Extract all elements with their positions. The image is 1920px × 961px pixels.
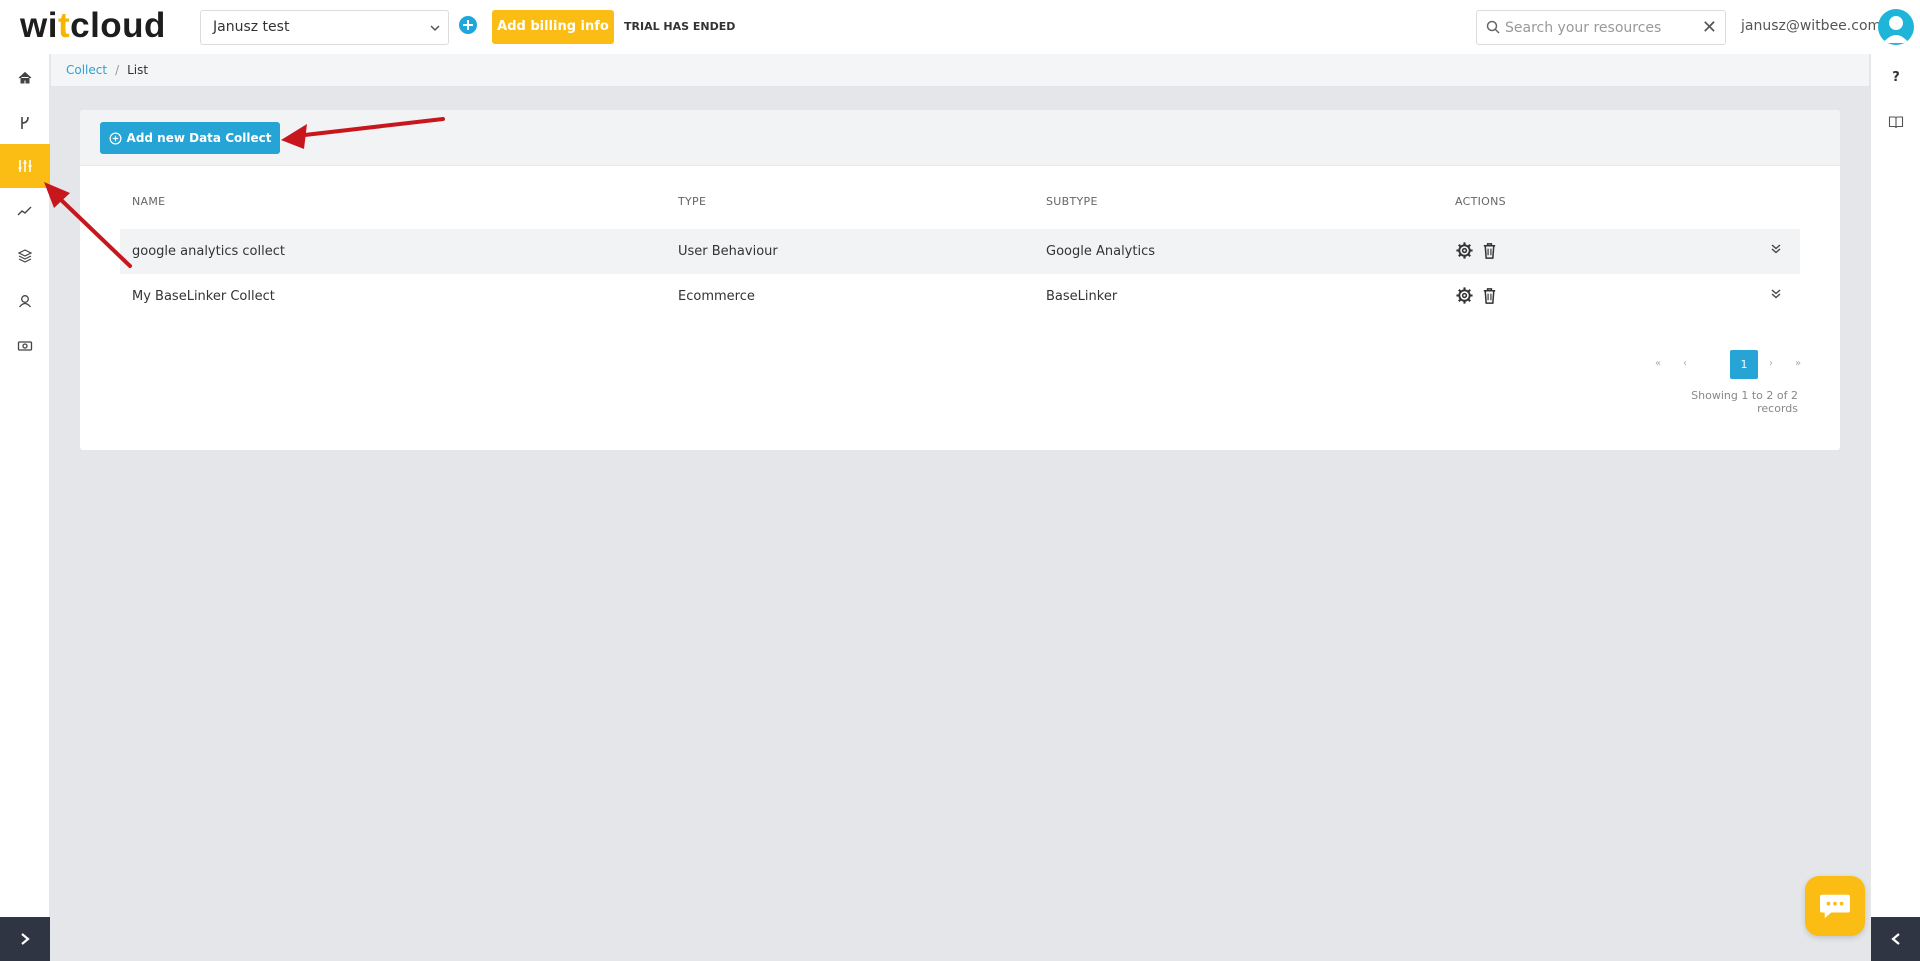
collapse-right-sidebar-button[interactable] [1871, 917, 1920, 961]
sidebar-item-layers[interactable] [0, 234, 50, 278]
column-header-type[interactable]: TYPE [678, 195, 706, 208]
breadcrumb-current: List [127, 63, 149, 77]
column-header-subtype[interactable]: SUBTYPE [1046, 195, 1098, 208]
card-header: Add new Data Collect [80, 110, 1840, 166]
trial-status-label: TRIAL HAS ENDED [624, 20, 736, 33]
table-row[interactable]: google analytics collect User Behaviour … [120, 229, 1800, 274]
left-sidebar [0, 54, 50, 961]
trash-icon[interactable] [1480, 241, 1499, 260]
breadcrumb-link-collect[interactable]: Collect [66, 63, 107, 77]
user-avatar[interactable] [1878, 9, 1914, 45]
organization-select-value: Janusz test [213, 19, 290, 35]
row-subtype: BaseLinker [1046, 289, 1118, 304]
search-icon [1486, 20, 1500, 34]
column-header-name[interactable]: NAME [132, 195, 165, 208]
row-name[interactable]: google analytics collect [132, 244, 285, 259]
expand-sidebar-button[interactable] [0, 917, 50, 961]
gear-icon[interactable] [1455, 241, 1474, 260]
chevron-left-icon [1891, 933, 1900, 945]
user-icon [18, 295, 32, 308]
sidebar-item-flow[interactable] [0, 101, 50, 145]
gear-icon[interactable] [1455, 286, 1474, 305]
pagination-first[interactable]: « [1655, 358, 1661, 369]
sidebar-item-collect[interactable] [0, 144, 50, 188]
breadcrumb-bar: Collect / List [51, 54, 1869, 86]
row-subtype: Google Analytics [1046, 244, 1156, 259]
chat-widget-button[interactable] [1805, 876, 1865, 936]
breadcrumb: Collect / List [66, 63, 148, 77]
help-button[interactable]: ? [1871, 70, 1920, 85]
sliders-icon [18, 160, 32, 172]
plus-circle-icon [109, 132, 122, 144]
chart-line-icon [17, 206, 32, 216]
pagination-last[interactable]: » [1795, 358, 1801, 369]
sidebar-item-billing[interactable] [0, 324, 50, 368]
organization-select[interactable]: Janusz test [200, 10, 449, 45]
logo-text-accent: t [57, 6, 71, 45]
flow-icon [21, 116, 29, 129]
expand-row-icon[interactable] [1770, 288, 1782, 300]
pagination-prev[interactable]: ‹ [1683, 358, 1687, 369]
collect-list-card: Add new Data Collect NAME TYPE SUBTYPE A… [80, 110, 1840, 450]
records-count: Showing 1 to 2 of 2 records [1691, 389, 1798, 415]
search-input[interactable] [1505, 17, 1695, 39]
logo-text-suffix: cloud [70, 6, 166, 45]
plus-icon [463, 20, 473, 30]
add-new-data-collect-button[interactable]: Add new Data Collect [100, 122, 280, 154]
chevron-down-icon [430, 25, 440, 32]
add-button-label: Add new Data Collect [126, 131, 272, 145]
user-email[interactable]: janusz@witbee.com [1741, 18, 1881, 34]
sidebar-item-analytics[interactable] [0, 189, 50, 233]
add-organization-button[interactable] [459, 16, 477, 34]
right-sidebar: ? [1870, 54, 1920, 961]
pagination-next[interactable]: › [1769, 358, 1773, 369]
row-name[interactable]: My BaseLinker Collect [132, 289, 275, 304]
pagination-page-1[interactable]: 1 [1730, 350, 1758, 379]
table-header: NAME TYPE SUBTYPE ACTIONS [120, 195, 1800, 229]
row-type: User Behaviour [678, 244, 778, 259]
chat-icon [1820, 894, 1850, 919]
collect-table: NAME TYPE SUBTYPE ACTIONS google analyti… [120, 195, 1800, 319]
trash-icon[interactable] [1480, 286, 1499, 305]
logo-text-prefix: wi [20, 6, 58, 45]
home-icon [18, 71, 32, 84]
avatar-icon [1883, 16, 1909, 43]
witcloud-logo[interactable]: witcloud [20, 6, 166, 46]
table-row[interactable]: My BaseLinker Collect Ecommerce BaseLink… [120, 274, 1800, 319]
expand-row-icon[interactable] [1770, 243, 1782, 255]
top-header: witcloud Janusz test Add billing info TR… [0, 0, 1920, 54]
add-billing-info-button[interactable]: Add billing info [492, 10, 614, 44]
row-type: Ecommerce [678, 289, 755, 304]
sidebar-item-home[interactable] [0, 56, 50, 100]
row-actions [1455, 286, 1499, 305]
layers-icon [17, 249, 33, 263]
sidebar-item-users[interactable] [0, 279, 50, 323]
book-icon[interactable] [1888, 114, 1904, 130]
pagination: « ‹ 1 › » [1640, 350, 1801, 380]
breadcrumb-separator: / [115, 63, 120, 77]
chevron-right-icon [21, 933, 30, 945]
resource-search: ✕ [1476, 10, 1726, 45]
money-icon [17, 341, 33, 351]
column-header-actions: ACTIONS [1455, 195, 1506, 208]
clear-search-icon[interactable]: ✕ [1702, 17, 1717, 38]
row-actions [1455, 241, 1499, 260]
